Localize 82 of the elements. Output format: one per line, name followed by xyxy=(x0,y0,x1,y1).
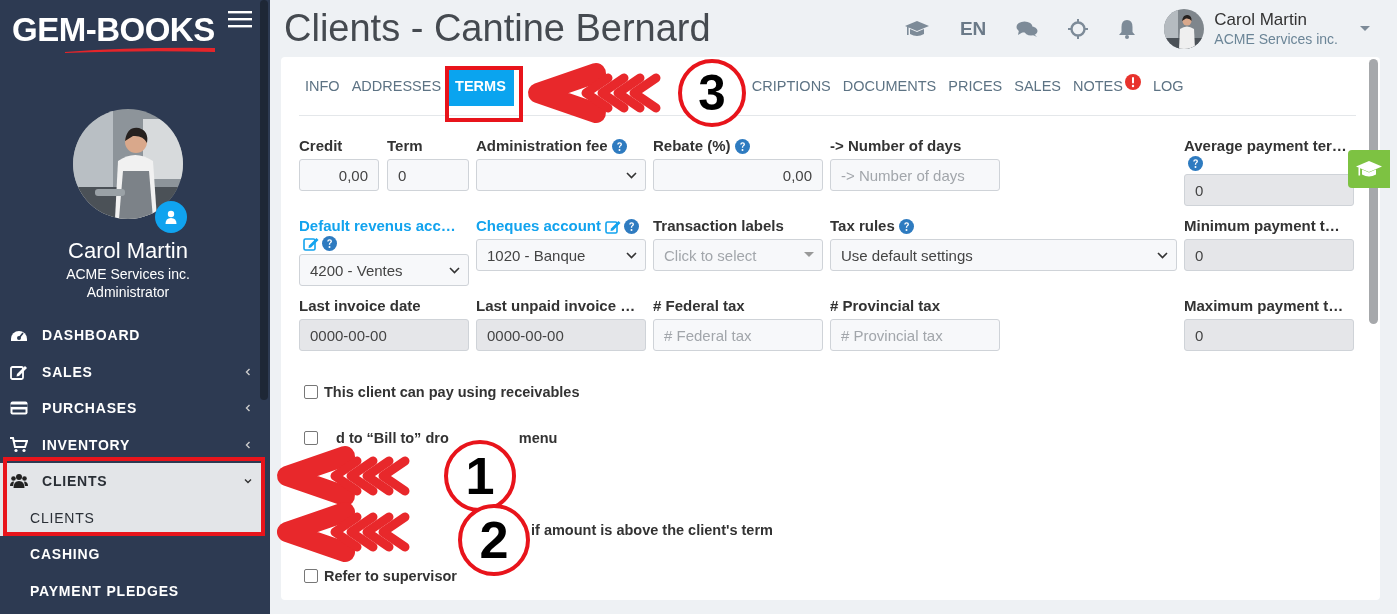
tab[interactable]: INFO xyxy=(305,73,340,99)
chevron-down-icon xyxy=(626,172,637,179)
field-label: Term xyxy=(387,136,423,156)
cart-icon xyxy=(10,436,28,453)
user-role: Administrator xyxy=(86,283,170,301)
checkbox-label: Refer to supervisor xyxy=(324,568,457,584)
user-name: Carol Martin xyxy=(1214,9,1308,30)
users-icon xyxy=(10,473,28,490)
help-tab[interactable] xyxy=(1348,150,1390,188)
checkbox-label: menu xyxy=(518,430,558,446)
checkbox[interactable] xyxy=(304,385,318,399)
nav-item[interactable]: INVENTORY xyxy=(0,426,262,463)
nav-subitem[interactable]: CASHING xyxy=(0,536,262,573)
gear-icon[interactable] xyxy=(1068,18,1089,39)
tab[interactable]: DOCUMENTS xyxy=(842,73,937,99)
field-label: Last unpaid invoice … xyxy=(476,296,636,316)
company-name: ACME Services inc. xyxy=(66,265,190,283)
field-label: Minimum payment t… xyxy=(1184,216,1340,236)
chevron-left-icon xyxy=(244,367,252,376)
edit-icon xyxy=(10,363,28,380)
input-field[interactable]: 0 xyxy=(387,159,469,191)
scrollbar[interactable] xyxy=(260,0,268,400)
input-field[interactable]: 0,00 xyxy=(299,159,379,191)
graduation-cap-icon xyxy=(1355,159,1383,179)
edit-icon[interactable] xyxy=(605,218,622,234)
help-icon[interactable] xyxy=(734,138,750,154)
graduation-cap-icon[interactable] xyxy=(903,18,930,39)
chevron-down-icon xyxy=(449,267,460,274)
checkbox[interactable] xyxy=(304,431,318,445)
chevron-down-icon xyxy=(244,477,252,486)
company-name: ACME Services inc. xyxy=(1214,29,1338,48)
field-label: # Provincial tax xyxy=(830,296,941,316)
checkbox[interactable] xyxy=(304,569,318,583)
nav-item[interactable]: DASHBOARD xyxy=(0,317,262,354)
chevron-left-icon xyxy=(244,440,252,449)
field-label: Rebate (%) xyxy=(653,136,731,156)
caret-icon xyxy=(804,252,814,258)
select-field[interactable] xyxy=(476,159,646,191)
chevron-left-icon xyxy=(244,404,252,413)
user-icon xyxy=(155,201,187,233)
chat-icon[interactable] xyxy=(1016,19,1039,38)
nav-item[interactable]: PURCHASES xyxy=(0,390,262,427)
help-icon[interactable] xyxy=(322,236,337,251)
chevron-down-icon xyxy=(626,252,637,259)
menu-icon[interactable] xyxy=(228,10,252,30)
chevron-down-icon xyxy=(1157,252,1168,259)
tab[interactable]: CRIPTIONS xyxy=(751,73,831,99)
checkbox-label: if amount is above the client's term xyxy=(531,522,773,538)
field-label: Transaction labels xyxy=(653,216,784,236)
page-title: Clients - Cantine Bernard xyxy=(283,7,711,50)
field-label: Average payment ter… xyxy=(1184,136,1347,156)
help-icon[interactable] xyxy=(898,218,914,234)
bell-icon[interactable] xyxy=(1118,18,1137,39)
tab[interactable]: NOTES xyxy=(1073,73,1141,99)
field-label: Last invoice date xyxy=(299,296,421,316)
field-label: # Federal tax xyxy=(653,296,745,316)
input-field[interactable]: 0,00 xyxy=(653,159,823,191)
tab[interactable]: PRICES xyxy=(948,73,1003,99)
user-name: Carol Martin xyxy=(68,237,188,265)
field-label: Tax rules xyxy=(830,216,895,236)
select-field[interactable]: 1020 - Banque xyxy=(476,239,646,271)
field-label: -> Number of days xyxy=(830,136,962,156)
nav-subitem[interactable]: PAYMENT PLEDGES xyxy=(0,572,262,609)
nav-item[interactable]: CLIENTS xyxy=(0,463,262,500)
help-icon[interactable] xyxy=(624,218,640,234)
logo-text: GEM-BOOKS xyxy=(12,12,215,48)
nav-item[interactable]: SALES xyxy=(0,353,262,390)
select-field[interactable]: Use default settings xyxy=(830,239,1177,271)
logo-swoosh-icon xyxy=(64,46,215,54)
help-icon[interactable] xyxy=(611,138,627,154)
field-label: Maximum payment t… xyxy=(1184,296,1344,316)
edit-icon[interactable] xyxy=(303,236,319,251)
tab[interactable]: SALES xyxy=(1014,73,1061,99)
checkbox-label: This client can pay using receivables xyxy=(324,384,580,400)
language-button[interactable]: EN xyxy=(959,17,987,40)
field-label: Credit xyxy=(299,136,343,156)
credit-card-icon xyxy=(10,400,28,417)
select-field[interactable]: 4200 - Ventes xyxy=(299,254,469,286)
field-label: Administration fee xyxy=(476,136,608,156)
tab[interactable]: ADDRESSES xyxy=(351,73,442,99)
caret-icon[interactable] xyxy=(1360,25,1370,32)
tab[interactable]: LOG xyxy=(1152,73,1184,99)
